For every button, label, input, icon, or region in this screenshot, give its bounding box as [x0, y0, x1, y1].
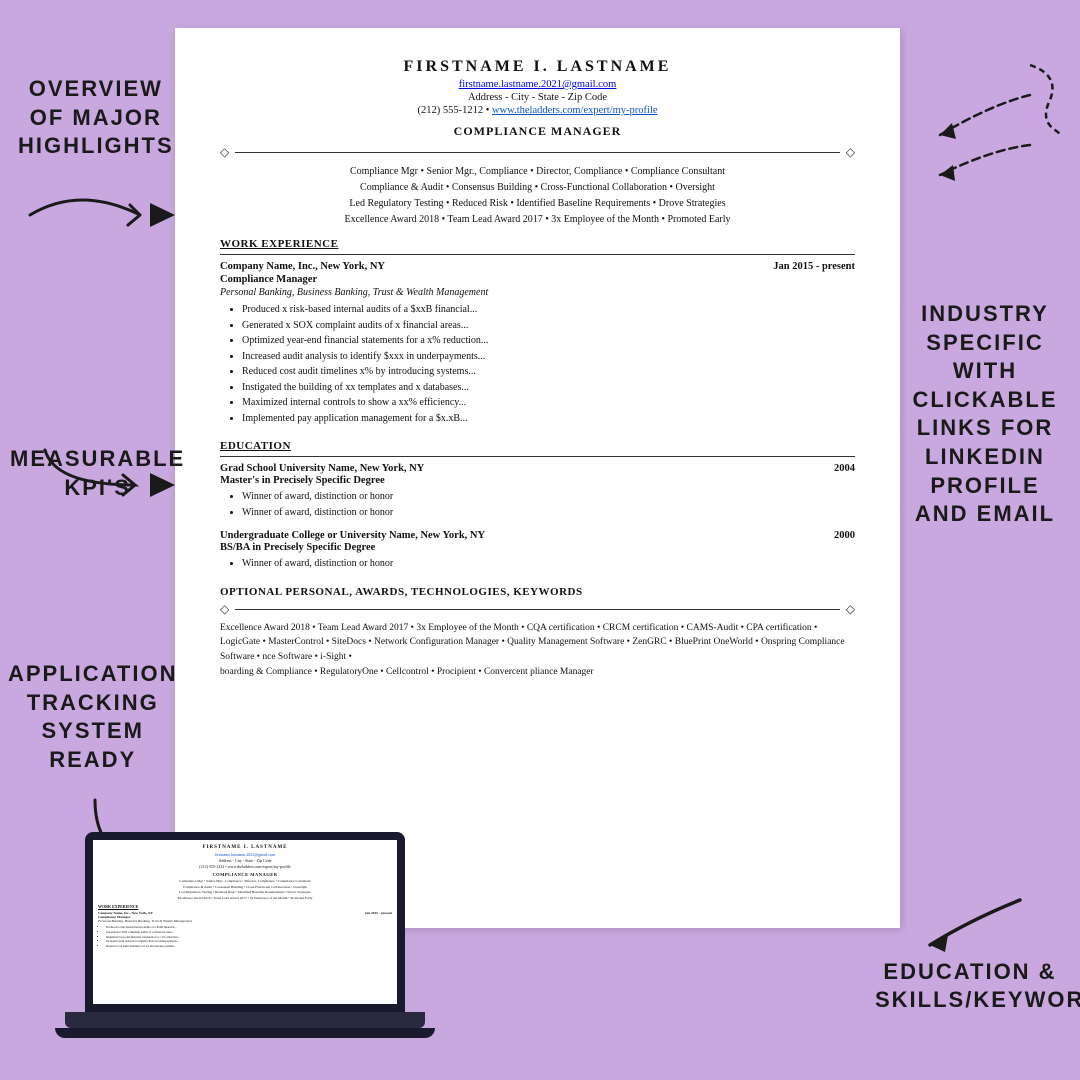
industry-label: INDUSTRYSPECIFICWITHCLICKABLELINKS FORLI… [905, 300, 1065, 529]
optional-section: OPTIONAL PERSONAL, AWARDS, TECHNOLOGIES,… [220, 586, 855, 680]
resume-name: FIRSTNAME I. LASTNAME [220, 58, 855, 76]
job1-subtitle: Personal Banking, Business Banking, Trus… [220, 287, 855, 298]
education-label: EDUCATION &SKILLS/KEYWORDS [875, 958, 1065, 1015]
edu2-header: Undergraduate College or University Name… [220, 530, 855, 541]
work-experience-header: WORK EXPERIENCE [220, 238, 855, 250]
bullet-2: Generated x SOX complaint audits of x fi… [242, 318, 855, 334]
bullet-6: Instigated the building of xx templates … [242, 380, 855, 396]
edu2-bullet-1: Winner of award, distinction or honor [242, 556, 855, 572]
edu1-bullets: Winner of award, distinction or honor Wi… [242, 489, 855, 520]
divider-line [235, 152, 840, 153]
diamond-divider-bottom [220, 602, 855, 617]
overview-label: OVERVIEWOF MAJORHIGHLIGHTS [18, 75, 174, 161]
laptop-screen-content: FIRSTNAME I. LASTNAME firstname.lastname… [93, 840, 397, 1004]
resume-paper: FIRSTNAME I. LASTNAME firstname.lastname… [175, 28, 900, 928]
diamond-divider-top [220, 145, 855, 160]
job1-dates: Jan 2015 - present [773, 261, 855, 272]
edu2-school: Undergraduate College or University Name… [220, 530, 485, 541]
ats-label: APPLICATIONTRACKINGSYSTEMREADY [8, 660, 177, 774]
job1-title: Compliance Manager [220, 274, 855, 285]
job1-bullets: Produced x risk-based internal audits of… [242, 302, 855, 426]
dashed-arrows [830, 55, 1060, 235]
keywords-line3: Led Regulatory Testing • Reduced Risk • … [220, 196, 855, 212]
laptop-bottom [55, 1028, 435, 1038]
optional-text: Excellence Award 2018 • Team Lead Award … [220, 621, 855, 680]
bullet-8: Implemented pay application management f… [242, 411, 855, 427]
job1-header: Company Name, Inc., New York, NY Jan 201… [220, 261, 855, 272]
edu1-bullet-1: Winner of award, distinction or honor [242, 489, 855, 505]
resume-phone-website: (212) 555-1212 • www.theladders.com/expe… [220, 105, 855, 116]
bullet-5: Reduced cost audit timelines x% by intro… [242, 364, 855, 380]
work-divider [220, 254, 855, 255]
resume-title: COMPLIANCE MANAGER [220, 124, 855, 139]
keywords-block: Compliance Mgr • Senior Mgr., Compliance… [220, 164, 855, 228]
optional-header: OPTIONAL PERSONAL, AWARDS, TECHNOLOGIES,… [220, 586, 855, 598]
bullet-1: Produced x risk-based internal audits of… [242, 302, 855, 318]
measurable-arrow [15, 430, 190, 510]
keywords-line4: Excellence Award 2018 • Team Lead Award … [220, 212, 855, 228]
laptop-screen: FIRSTNAME I. LASTNAME firstname.lastname… [85, 832, 405, 1012]
edu-divider [220, 456, 855, 457]
resume-email: firstname.lastname.2021@gmail.com [220, 79, 855, 90]
edu1-header: Grad School University Name, New York, N… [220, 463, 855, 474]
keywords-line2: Compliance & Audit • Consensus Building … [220, 180, 855, 196]
bullet-3: Optimized year-end financial statements … [242, 333, 855, 349]
edu2-bullets: Winner of award, distinction or honor [242, 556, 855, 572]
edu2-year: 2000 [834, 530, 855, 541]
divider-line-2 [235, 609, 840, 610]
education-arrow [870, 880, 1030, 960]
laptop-container: FIRSTNAME I. LASTNAME firstname.lastname… [50, 832, 440, 1052]
edu1-year: 2004 [834, 463, 855, 474]
resume-address: Address - City - State - Zip Code [220, 92, 855, 103]
bullet-4: Increased audit analysis to identify $xx… [242, 349, 855, 365]
edu1-school: Grad School University Name, New York, N… [220, 463, 424, 474]
email-link[interactable]: firstname.lastname.2021@gmail.com [459, 79, 617, 90]
bullet-7: Maximized internal controls to show a xx… [242, 395, 855, 411]
website-link[interactable]: www.theladders.com/expert/my-profile [492, 105, 658, 116]
job1-company: Company Name, Inc., New York, NY [220, 261, 385, 272]
laptop-base [65, 1012, 425, 1028]
edu1-degree: Master's in Precisely Specific Degree [220, 475, 855, 486]
edu1-bullet-2: Winner of award, distinction or honor [242, 505, 855, 521]
edu2-degree: BS/BA in Precisely Specific Degree [220, 542, 855, 553]
education-header: EDUCATION [220, 440, 855, 452]
keywords-line1: Compliance Mgr • Senior Mgr., Compliance… [220, 164, 855, 180]
overview-arrow [20, 175, 200, 255]
